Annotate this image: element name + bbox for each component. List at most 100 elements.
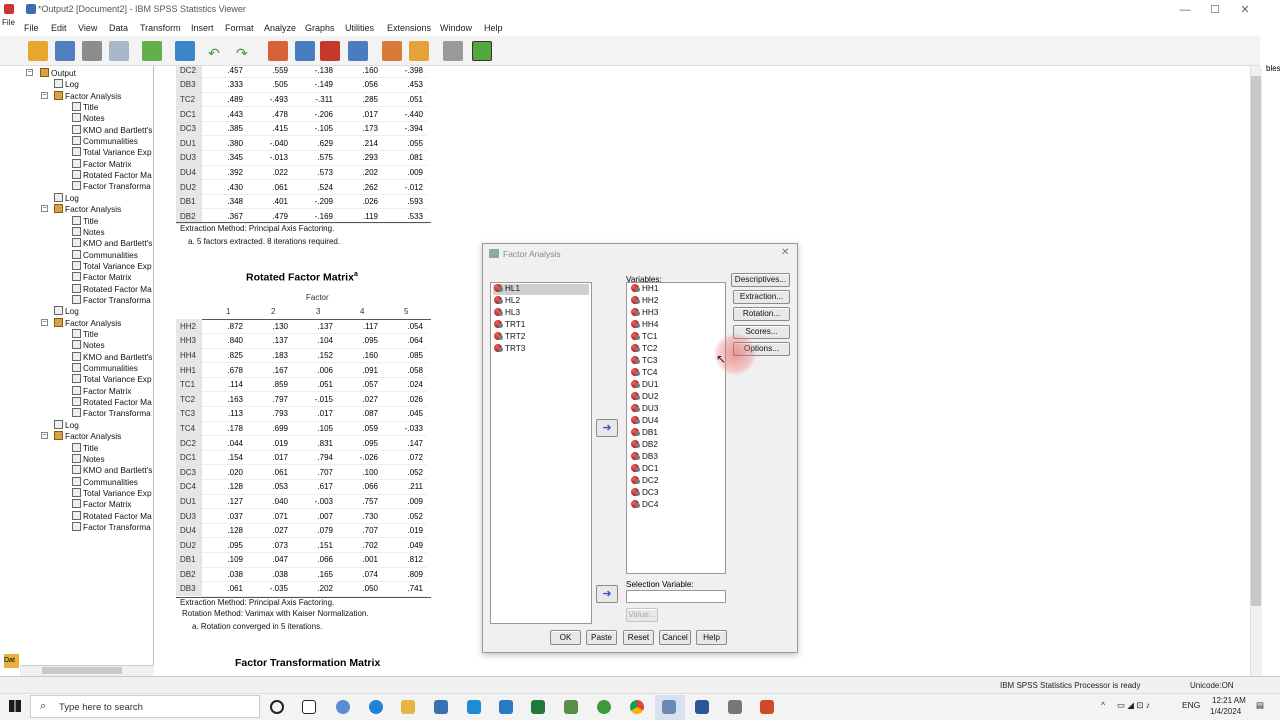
task-view-icon[interactable] bbox=[302, 700, 316, 714]
clock-date[interactable]: 1/4/2024 bbox=[1210, 707, 1241, 716]
variable-item[interactable]: TC4 bbox=[631, 368, 657, 377]
print-icon[interactable] bbox=[82, 41, 102, 61]
tree-node-item[interactable]: Notes bbox=[72, 453, 105, 464]
file-explorer-icon[interactable] bbox=[401, 700, 415, 714]
tree-node-item[interactable]: Rotated Factor Ma bbox=[72, 510, 152, 521]
paste-button[interactable]: Paste bbox=[586, 630, 617, 645]
edge-icon[interactable] bbox=[369, 700, 383, 714]
variable-item[interactable]: HH2 bbox=[631, 296, 658, 305]
tree-node-item[interactable]: Communalities bbox=[72, 249, 138, 260]
goto-case-icon[interactable] bbox=[295, 41, 315, 61]
open-icon[interactable] bbox=[28, 41, 48, 61]
tree-node-item[interactable]: Factor Transforma bbox=[72, 294, 151, 305]
variable-item[interactable]: HH4 bbox=[631, 320, 658, 329]
show-all-variables-icon[interactable] bbox=[348, 41, 368, 61]
collapse-icon[interactable]: − bbox=[41, 318, 48, 326]
variable-item[interactable]: HL1 bbox=[494, 284, 520, 293]
tree-node-log[interactable]: Log bbox=[54, 192, 79, 203]
tree-node-item[interactable]: Rotated Factor Ma bbox=[72, 170, 152, 180]
tree-node-item[interactable]: Total Variance Exp bbox=[72, 147, 152, 157]
recall-dialog-icon[interactable] bbox=[175, 41, 195, 61]
variables-list[interactable]: HH1 HH2 HH3 HH4 TC1 TC2 TC3 TC4 DU1 DU2 DU3 DU4 DB1 D… bbox=[626, 282, 726, 574]
goto-data-icon[interactable] bbox=[268, 41, 288, 61]
tree-node-item[interactable]: Notes bbox=[72, 226, 105, 237]
tree-node-item[interactable]: Notes bbox=[72, 340, 105, 350]
variable-item[interactable]: HL3 bbox=[494, 308, 520, 317]
variable-item[interactable]: DU1 bbox=[631, 380, 658, 389]
tree-node-item[interactable]: Title bbox=[72, 329, 98, 339]
variable-item[interactable]: DC2 bbox=[631, 476, 658, 485]
output-scroll-thumb[interactable] bbox=[1251, 76, 1261, 606]
tree-node-item[interactable]: Factor Matrix bbox=[72, 385, 131, 396]
taskbar-search[interactable]: ⌕ Type here to search bbox=[30, 695, 260, 718]
menu-edit[interactable]: Edit bbox=[51, 23, 67, 33]
tree-node-log[interactable]: Log bbox=[54, 419, 79, 430]
tree-node-item[interactable]: Communalities bbox=[72, 136, 138, 146]
tree-node-factor-analysis[interactable]: Factor Analysis bbox=[54, 90, 121, 101]
extraction-button[interactable]: Extraction... bbox=[733, 290, 790, 304]
tree-node-item[interactable]: Title bbox=[72, 102, 98, 112]
tree-node-item[interactable]: KMO and Bartlett's bbox=[72, 351, 152, 362]
tree-node-item[interactable]: Total Variance Exp bbox=[72, 374, 152, 384]
selection-variable-field[interactable] bbox=[626, 590, 726, 603]
save-icon[interactable] bbox=[55, 41, 75, 61]
taskbar-app-icon[interactable] bbox=[564, 700, 578, 714]
move-to-selection-arrow-icon[interactable]: ➜ bbox=[596, 585, 618, 603]
chrome-icon[interactable] bbox=[630, 700, 644, 714]
taskbar-app-icon[interactable] bbox=[467, 700, 481, 714]
tree-node-item[interactable]: Notes bbox=[72, 113, 105, 123]
variable-item[interactable]: TC3 bbox=[631, 356, 657, 365]
taskbar-app-icon[interactable] bbox=[728, 700, 742, 714]
rotation-button[interactable]: Rotation... bbox=[733, 307, 790, 321]
menu-analyze[interactable]: Analyze bbox=[264, 23, 296, 33]
redo-icon[interactable]: ↷ bbox=[236, 45, 248, 62]
variable-item[interactable]: DU4 bbox=[631, 416, 658, 425]
powerpoint-icon[interactable] bbox=[760, 700, 774, 714]
tree-node-item[interactable]: Rotated Factor Ma bbox=[72, 283, 152, 294]
export-icon[interactable] bbox=[142, 41, 162, 61]
dialog-close-button[interactable]: ✕ bbox=[781, 247, 789, 258]
spss-taskbar-icon[interactable] bbox=[662, 700, 676, 714]
language-indicator[interactable]: ENG bbox=[1182, 700, 1200, 710]
taskbar-app-icon[interactable] bbox=[499, 700, 513, 714]
variable-item[interactable]: DC1 bbox=[631, 464, 658, 473]
tray-icons[interactable]: ▭ ◢ ⊡ ♪ bbox=[1117, 700, 1150, 711]
print-preview-icon[interactable] bbox=[109, 41, 129, 61]
descriptives-button[interactable]: Descriptives... bbox=[731, 273, 790, 287]
menu-insert[interactable]: Insert bbox=[191, 23, 214, 33]
tree-node-item[interactable]: Rotated Factor Ma bbox=[72, 397, 152, 407]
tree-node-log[interactable]: Log bbox=[54, 306, 79, 316]
tree-node-item[interactable]: KMO and Bartlett's bbox=[72, 465, 152, 475]
tray-chevron-icon[interactable]: ^ bbox=[1101, 700, 1105, 710]
tree-node-item[interactable]: Factor Matrix bbox=[72, 499, 131, 509]
tree-scroll-thumb[interactable] bbox=[42, 667, 122, 674]
variable-item[interactable]: TRT3 bbox=[494, 344, 525, 353]
source-variable-list[interactable]: HL1 HL2 HL3 TRT1 TRT2 TRT3 bbox=[490, 282, 592, 624]
tree-node-item[interactable]: Factor Matrix bbox=[72, 158, 131, 169]
variable-item[interactable]: TC2 bbox=[631, 344, 657, 353]
run-script-icon[interactable] bbox=[409, 41, 429, 61]
menu-extensions[interactable]: Extensions bbox=[387, 23, 431, 33]
designate-window-icon[interactable] bbox=[382, 41, 402, 61]
tree-node-factor-analysis[interactable]: Factor Analysis bbox=[54, 317, 121, 328]
tree-node-item[interactable]: Factor Transforma bbox=[72, 521, 151, 532]
variable-item[interactable]: TRT1 bbox=[494, 320, 525, 329]
windows-start-icon[interactable] bbox=[9, 700, 21, 712]
variable-item[interactable]: HL2 bbox=[494, 296, 520, 305]
tree-node-item[interactable]: Title bbox=[72, 442, 98, 453]
variable-item[interactable]: DB1 bbox=[631, 428, 658, 437]
reset-button[interactable]: Reset bbox=[623, 630, 654, 645]
tree-node-item[interactable]: Communalities bbox=[72, 363, 138, 373]
collapse-icon[interactable]: − bbox=[41, 205, 48, 213]
tree-node-output[interactable]: Output bbox=[40, 68, 76, 78]
menu-transform[interactable]: Transform bbox=[140, 23, 181, 33]
maximize-button[interactable]: ☐ bbox=[1200, 2, 1230, 18]
help-button[interactable]: Help bbox=[696, 630, 727, 645]
variable-item[interactable]: HH3 bbox=[631, 308, 658, 317]
variable-item[interactable]: DB2 bbox=[631, 440, 658, 449]
tree-node-item[interactable]: KMO and Bartlett's bbox=[72, 238, 152, 248]
tree-node-item[interactable]: Factor Transforma bbox=[72, 181, 151, 191]
store-icon[interactable] bbox=[434, 700, 448, 714]
variables-icon[interactable] bbox=[320, 41, 340, 61]
variable-item[interactable]: HH1 bbox=[631, 284, 658, 293]
